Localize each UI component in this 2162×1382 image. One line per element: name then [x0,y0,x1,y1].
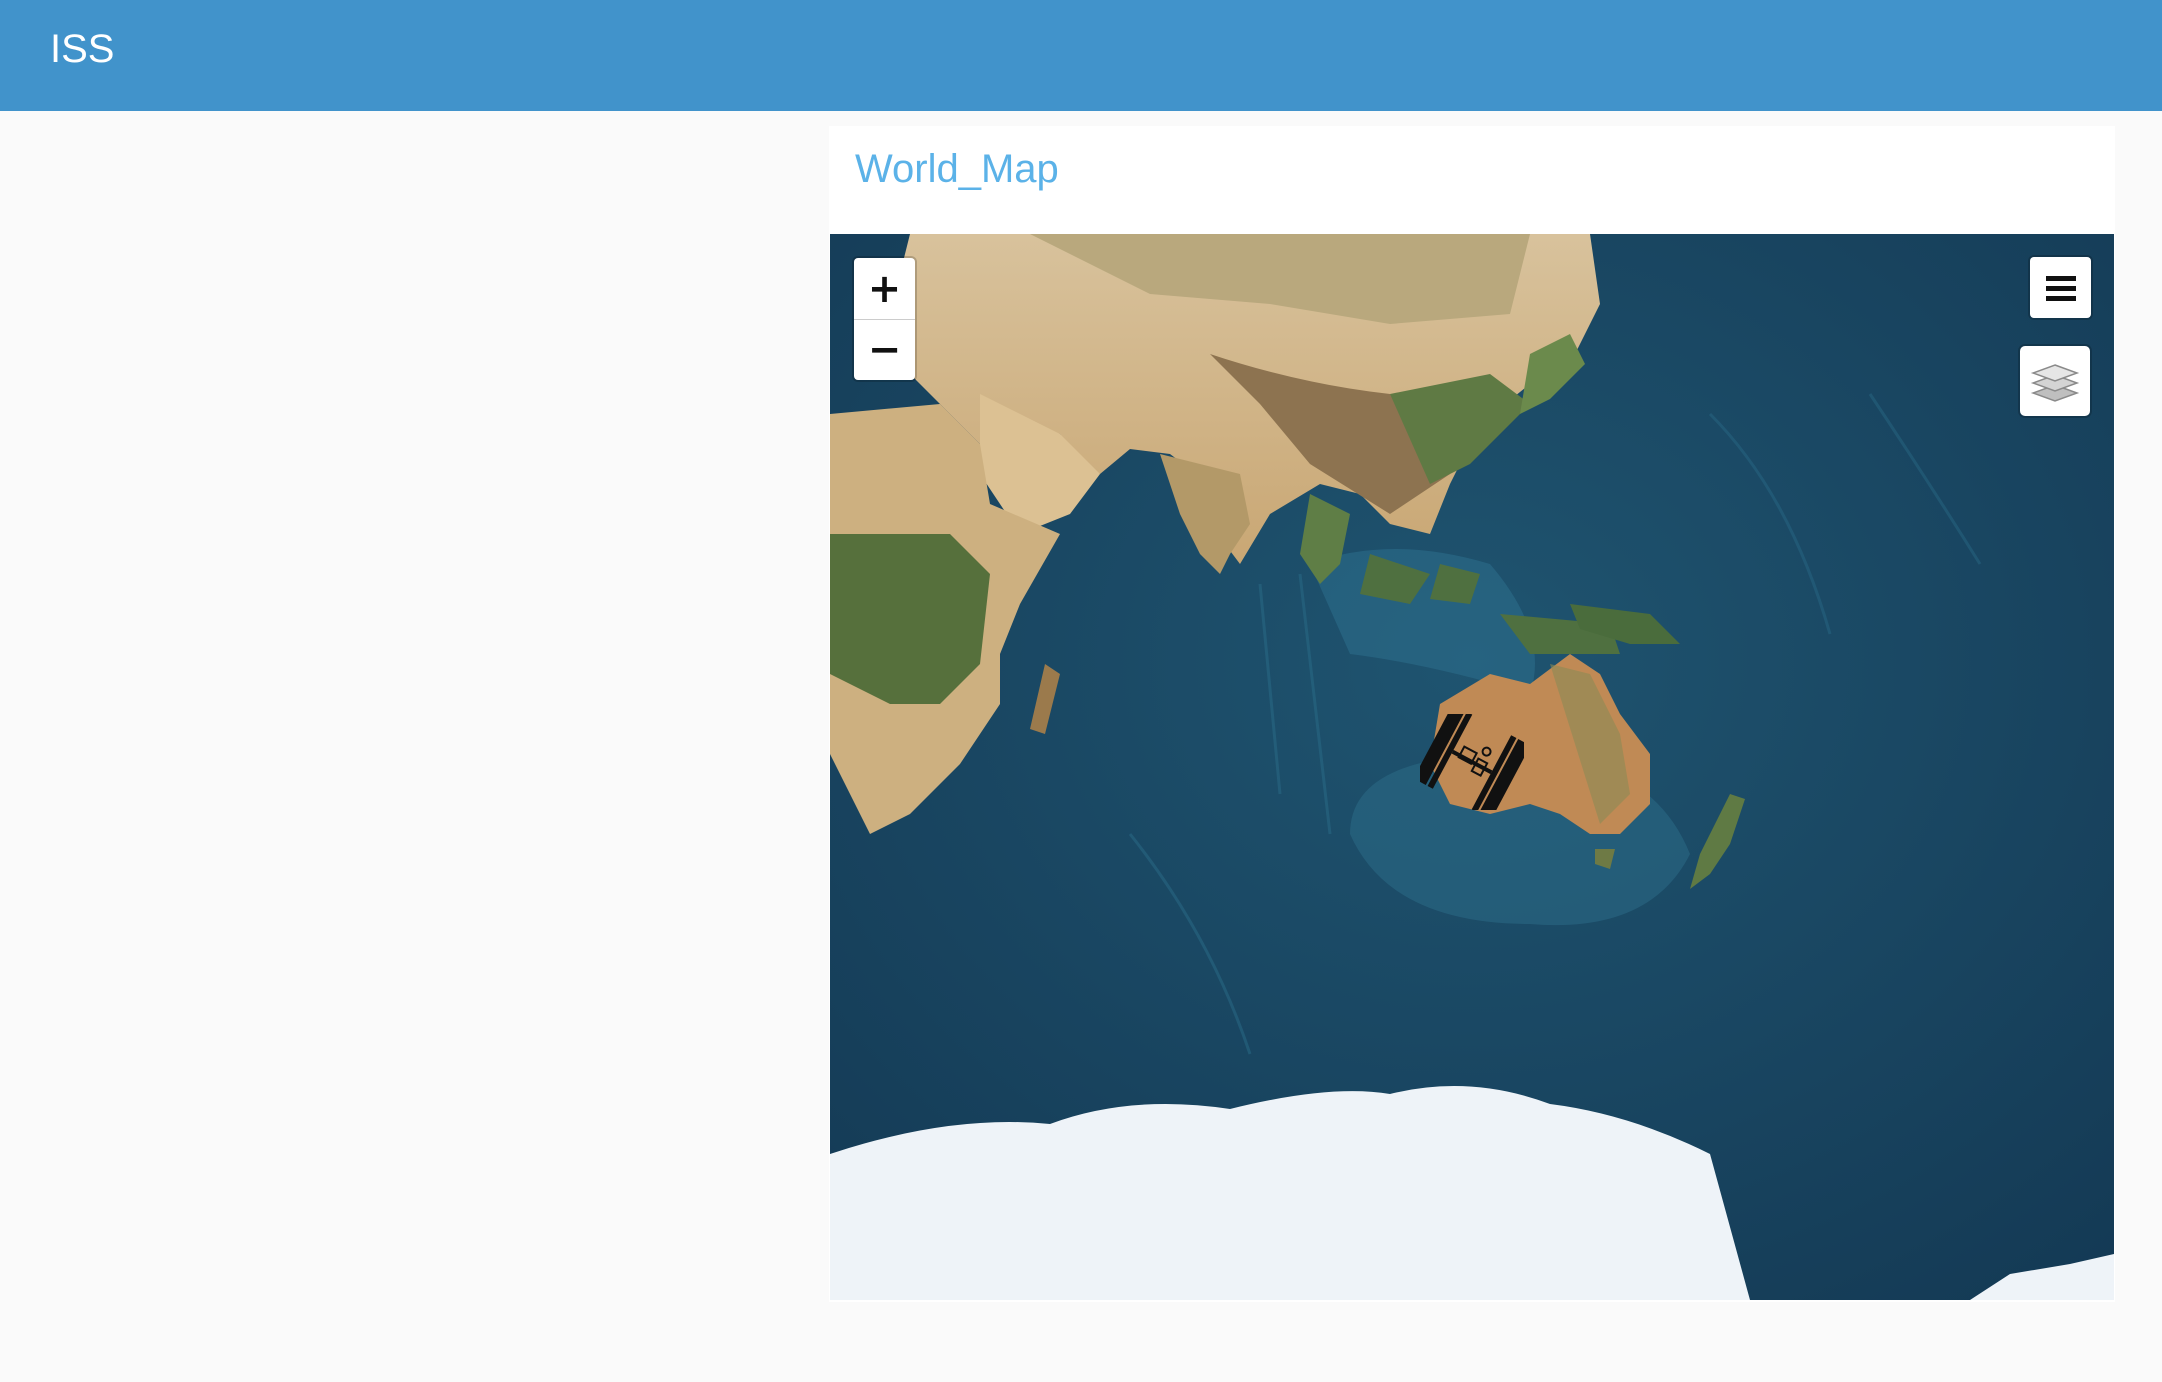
zoom-out-button[interactable]: − [854,319,915,380]
world-map[interactable]: + − [830,234,2114,1300]
app-title: ISS [50,27,115,71]
hamburger-icon [2045,275,2076,301]
menu-button[interactable] [2030,257,2091,318]
zoom-in-button[interactable]: + [854,258,915,319]
panel-title: World_Map [855,147,1059,191]
zoom-control: + − [854,258,915,380]
top-app-bar: ISS [0,0,2162,111]
layers-button[interactable] [2020,346,2090,416]
layers-icon [2030,364,2080,402]
iss-satellite-icon[interactable] [1420,714,1524,810]
